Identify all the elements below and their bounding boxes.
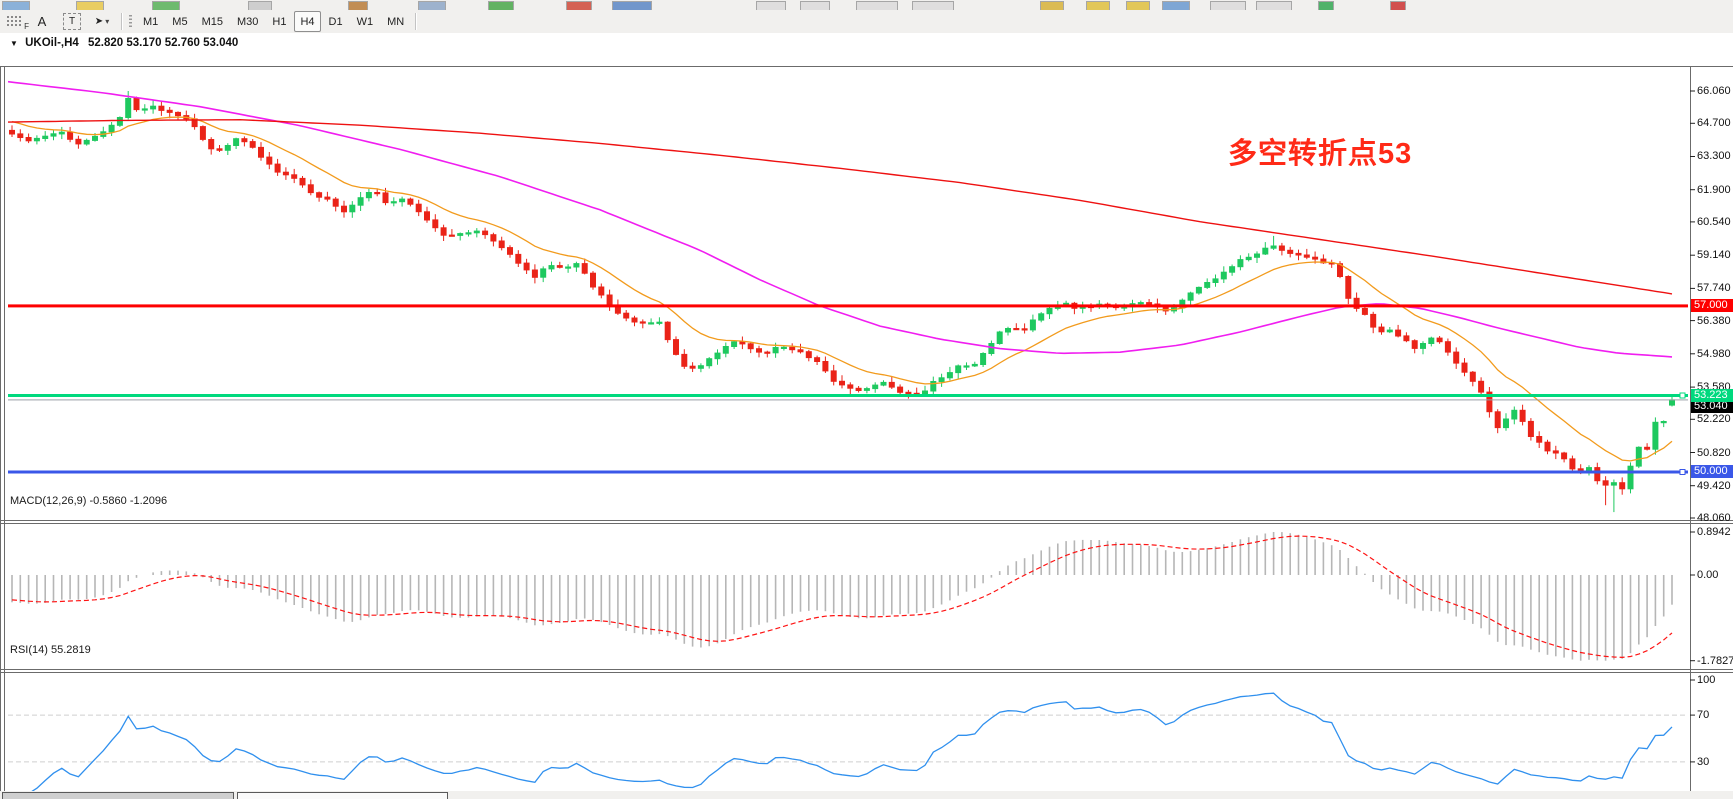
arrows-tool-button[interactable]: ➤ ▾ bbox=[88, 11, 116, 32]
chart-window: 66.06064.70063.30061.90060.54059.14057.7… bbox=[0, 33, 1733, 791]
chart-tab[interactable] bbox=[237, 792, 448, 799]
timeframe-button-h1[interactable]: H1 bbox=[266, 11, 292, 32]
clipped-icon-fragment bbox=[800, 1, 830, 10]
clipped-icon-fragment bbox=[76, 1, 104, 10]
grid-dots-icon[interactable]: F bbox=[6, 15, 23, 28]
macd-indicator-label: MACD(12,26,9) -0.5860 -1.2096 bbox=[10, 495, 167, 507]
timeframe-button-m15[interactable]: M15 bbox=[196, 11, 229, 32]
toolbar-drag-handle[interactable] bbox=[129, 15, 132, 29]
chart-text-annotation: 多空转折点53 bbox=[1228, 130, 1412, 172]
arrow-icon: ➤ bbox=[95, 16, 103, 27]
clipped-main-toolbar bbox=[0, 0, 1733, 10]
clipped-icon-fragment bbox=[248, 1, 272, 10]
drawing-and-timeframe-toolbar: F A T ➤ ▾ M1M5M15M30H1H4D1W1MN bbox=[0, 10, 1733, 33]
chart-title: ▼ UKOil-,H4 52.820 53.170 52.760 53.040 bbox=[10, 37, 238, 49]
timeframe-button-mn[interactable]: MN bbox=[381, 11, 410, 32]
chevron-down-icon: ▾ bbox=[105, 17, 109, 26]
clipped-icon-fragment bbox=[1390, 1, 1406, 10]
ohlc-values-label: 52.820 53.170 52.760 53.040 bbox=[88, 37, 238, 49]
clipped-icon-fragment bbox=[1040, 1, 1064, 10]
clipped-icon-fragment bbox=[152, 1, 180, 10]
clipped-icon-fragment bbox=[2, 1, 30, 10]
chart-tabs-strip-clipped bbox=[0, 791, 1733, 799]
chart-tab[interactable] bbox=[2, 792, 234, 799]
t-box-icon: T bbox=[63, 13, 81, 30]
clipped-icon-fragment bbox=[1126, 1, 1150, 10]
timeframe-button-h4[interactable]: H4 bbox=[294, 11, 320, 32]
text-box-tool-button[interactable]: T bbox=[58, 11, 86, 32]
clipped-icon-fragment bbox=[488, 1, 514, 10]
clipped-icon-fragment bbox=[348, 1, 368, 10]
toolbar-separator bbox=[415, 13, 417, 30]
clipped-icon-fragment bbox=[612, 1, 652, 10]
text-label-tool-button[interactable]: A bbox=[28, 11, 56, 32]
grid-f-label: F bbox=[24, 22, 29, 31]
chart-canvas[interactable] bbox=[0, 33, 1733, 799]
timeframe-button-m30[interactable]: M30 bbox=[231, 11, 264, 32]
clipped-icon-fragment bbox=[566, 1, 592, 10]
trading-platform-window: F A T ➤ ▾ M1M5M15M30H1H4D1W1MN 66.06064.… bbox=[0, 0, 1733, 799]
clipped-icon-fragment bbox=[1210, 1, 1246, 10]
clipped-icon-fragment bbox=[1318, 1, 1334, 10]
clipped-icon-fragment bbox=[1086, 1, 1110, 10]
timeframe-button-m5[interactable]: M5 bbox=[166, 11, 193, 32]
clipped-icon-fragment bbox=[1162, 1, 1190, 10]
timeframe-buttons-group: M1M5M15M30H1H4D1W1MN bbox=[136, 10, 411, 33]
clipped-icon-fragment bbox=[418, 1, 446, 10]
symbol-period-label: UKOil-,H4 bbox=[25, 37, 79, 49]
timeframe-button-m1[interactable]: M1 bbox=[137, 11, 164, 32]
clipped-icon-fragment bbox=[912, 1, 954, 10]
timeframe-button-d1[interactable]: D1 bbox=[323, 11, 349, 32]
toolbar-separator bbox=[121, 13, 123, 30]
clipped-icon-fragment bbox=[856, 1, 898, 10]
drawing-tools-group: F A T ➤ ▾ bbox=[0, 10, 117, 33]
symbol-dropdown-icon[interactable]: ▼ bbox=[10, 39, 18, 48]
clipped-icon-fragment bbox=[1256, 1, 1292, 10]
timeframe-button-w1[interactable]: W1 bbox=[351, 11, 380, 32]
rsi-indicator-label: RSI(14) 55.2819 bbox=[10, 644, 91, 656]
clipped-icon-fragment bbox=[756, 1, 786, 10]
